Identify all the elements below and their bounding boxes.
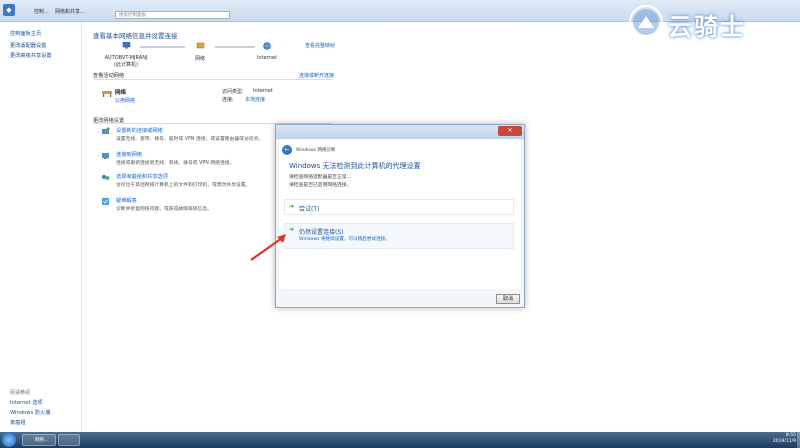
clock-date: 2019/11/9 bbox=[772, 439, 796, 444]
system-tray[interactable]: 8:55 2019/11/9 bbox=[773, 433, 796, 445]
connections-label: 连接: bbox=[222, 97, 234, 103]
network-diagnostics-dialog: ✕ ← Windows 网络诊断 Windows 无法检测到此计算机的代理设置 … bbox=[275, 124, 525, 308]
nav-homegroup[interactable]: 家庭组 bbox=[10, 419, 26, 426]
breadcrumb-network[interactable]: 网络和共享... bbox=[55, 8, 85, 15]
option-desc: Windows 将继续设置，可以稍后尝试连接。 bbox=[299, 237, 390, 242]
cancel-button[interactable]: 取消 bbox=[496, 294, 520, 304]
network-name: 网络 bbox=[115, 90, 127, 96]
back-arrow-icon[interactable]: ← bbox=[282, 145, 292, 155]
taskbar-app-button[interactable] bbox=[58, 434, 80, 446]
nav-change-adapter-settings[interactable]: 更改适配器设置 bbox=[10, 42, 46, 49]
access-type-value: Internet bbox=[253, 88, 273, 94]
node-sub: (此计算机) bbox=[114, 62, 138, 68]
close-icon[interactable]: ✕ bbox=[498, 126, 522, 136]
task-desc: 连接或重新连接到无线、有线、拨号或 VPN 网络连接。 bbox=[116, 161, 235, 166]
see-also-title: 另请参阅 bbox=[10, 390, 31, 396]
task-desc: 诊断并修复网络问题，或获得故障排除信息。 bbox=[116, 207, 212, 212]
green-arrow-icon: ➜ bbox=[289, 203, 295, 210]
task-title[interactable]: 选择家庭组和共享选项 bbox=[116, 173, 168, 180]
dialog-titlebar: ✕ bbox=[276, 125, 524, 139]
node-label: 网络 bbox=[194, 56, 205, 62]
task-title[interactable]: 连接到网络 bbox=[116, 151, 142, 158]
connections-value-link[interactable]: 本地连接 bbox=[245, 96, 265, 103]
task-desc: 访问位于其他网络计算机上的文件和打印机，或更改共享设置。 bbox=[116, 183, 251, 188]
computer-icon bbox=[122, 41, 130, 49]
nav-windows-firewall[interactable]: Windows 防火墙 bbox=[10, 409, 50, 416]
connector-line bbox=[140, 46, 185, 48]
dialog-body: ← Windows 网络诊断 Windows 无法检测到此计算机的代理设置 请检… bbox=[279, 139, 521, 289]
knight-logo-icon bbox=[629, 5, 663, 39]
access-type-label: 访问类型: bbox=[222, 89, 244, 95]
node-label: Internet bbox=[257, 55, 277, 61]
task-title[interactable]: 疑难解答 bbox=[116, 197, 137, 204]
left-nav: 控制面板主页 更改适配器设置 更改高级共享设置 另请参阅 Internet 选项… bbox=[0, 22, 82, 432]
option-label[interactable]: 尝试(T) bbox=[299, 204, 319, 213]
view-full-map-link[interactable]: 查看完整映射 bbox=[305, 42, 335, 49]
search-input[interactable]: 搜索控制面板 bbox=[115, 11, 230, 19]
connect-disconnect-link[interactable]: 连接或断开连接 bbox=[299, 72, 334, 79]
task-desc: 设置无线、宽带、拨号、临时或 VPN 连接；或设置路由器或访问点。 bbox=[116, 137, 264, 142]
dialog-heading: Windows 无法检测到此计算机的代理设置 bbox=[289, 162, 421, 170]
node-network: 网络 bbox=[185, 42, 215, 62]
node-internet: Internet bbox=[249, 42, 285, 61]
option-continue-setup[interactable]: ➜ 仍然设置连接(S) Windows 将继续设置，可以稍后尝试连接。 bbox=[284, 223, 514, 249]
option-label[interactable]: 仍然设置连接(S) bbox=[299, 227, 344, 236]
breadcrumb-control-panel[interactable]: 控制... bbox=[34, 8, 49, 15]
setup-connection-icon bbox=[102, 127, 110, 134]
network-type-link[interactable]: 公用网络 bbox=[115, 97, 135, 104]
page-title: 查看基本网络信息并设置连接 bbox=[93, 32, 178, 40]
taskbar-network-button[interactable]: 网络... bbox=[22, 434, 56, 446]
active-networks-title: 查看活动网络 bbox=[93, 73, 125, 79]
red-arrow-annotation bbox=[250, 234, 286, 261]
dialog-caption: Windows 网络诊断 bbox=[296, 148, 336, 153]
task-title[interactable]: 设置新的连接或网络 bbox=[116, 127, 163, 134]
divider bbox=[93, 79, 333, 80]
dialog-desc-1: 请检查网络适配器是否正常... bbox=[289, 175, 352, 180]
start-button[interactable] bbox=[2, 433, 16, 447]
taskbar: 网络... 8:55 2019/11/9 bbox=[0, 432, 800, 448]
troubleshoot-icon bbox=[102, 198, 109, 205]
watermark: 云骑士 bbox=[628, 4, 796, 44]
nav-change-advanced-sharing[interactable]: 更改高级共享设置 bbox=[10, 52, 52, 59]
dialog-desc-2: 请检查是否已启用网络连接。 bbox=[289, 183, 352, 188]
nav-internet-options[interactable]: Internet 选项 bbox=[10, 399, 43, 406]
nav-control-panel-home[interactable]: 控制面板主页 bbox=[10, 30, 41, 37]
control-panel-icon[interactable]: ◆ bbox=[3, 4, 15, 16]
watermark-text: 云骑士 bbox=[668, 13, 746, 41]
network-icon bbox=[196, 42, 204, 49]
homegroup-icon bbox=[101, 174, 110, 180]
option-try[interactable]: ➜ 尝试(T) bbox=[284, 199, 514, 215]
globe-icon bbox=[263, 42, 271, 50]
bench-network-icon bbox=[102, 91, 112, 97]
connect-network-icon bbox=[102, 153, 109, 159]
